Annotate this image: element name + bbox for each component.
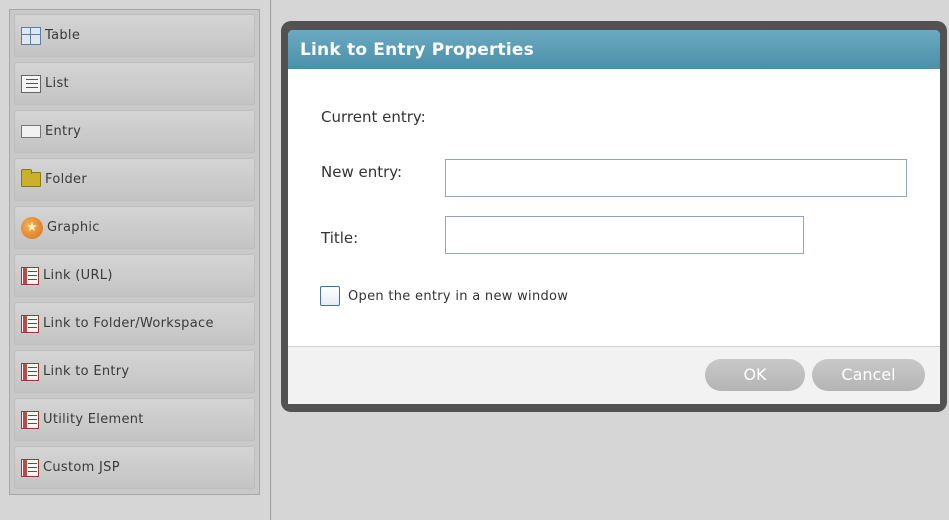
new-entry-label: New entry:: [321, 163, 403, 181]
dialog-header[interactable]: Link to Entry Properties: [288, 30, 940, 69]
palette-item-custom-jsp[interactable]: Custom JSP: [14, 446, 255, 489]
dialog-footer: OK Cancel: [288, 346, 940, 404]
custom-jsp-icon: [21, 458, 39, 477]
palette-item-utility-element[interactable]: Utility Element: [14, 398, 255, 441]
palette-item-label: Entry: [45, 124, 82, 139]
palette-item-label: Utility Element: [43, 412, 144, 427]
palette-item-label: List: [45, 76, 69, 91]
cancel-button[interactable]: Cancel: [812, 359, 925, 391]
link-entry-icon: [21, 362, 39, 381]
palette-item-label: Link (URL): [43, 268, 113, 283]
palette-item-folder[interactable]: Folder: [14, 158, 255, 201]
palette-item-label: Graphic: [47, 220, 100, 235]
dialog-title: Link to Entry Properties: [300, 39, 534, 60]
palette-item-label: Link to Folder/Workspace: [43, 316, 214, 331]
palette-item-link-url[interactable]: Link (URL): [14, 254, 255, 297]
palette-item-link-to-entry[interactable]: Link to Entry: [14, 350, 255, 393]
palette-item-table[interactable]: Table: [14, 14, 255, 57]
table-icon: [21, 26, 41, 45]
list-icon: [21, 74, 41, 93]
element-palette: Table List Entry Folder ★ Graphic Link (…: [9, 9, 260, 495]
new-entry-input[interactable]: [445, 159, 907, 197]
utility-element-icon: [21, 410, 39, 429]
current-entry-label: Current entry:: [321, 108, 426, 126]
palette-item-label: Table: [45, 28, 81, 43]
palette-item-entry[interactable]: Entry: [14, 110, 255, 153]
link-to-entry-dialog: Link to Entry Properties Current entry: …: [288, 30, 940, 404]
link-url-icon: [21, 266, 39, 285]
open-in-new-window-checkbox[interactable]: [320, 286, 340, 306]
palette-item-label: Custom JSP: [43, 460, 120, 475]
palette-item-label: Folder: [45, 172, 87, 187]
ok-button[interactable]: OK: [705, 359, 805, 391]
palette-item-link-folder-workspace[interactable]: Link to Folder/Workspace: [14, 302, 255, 345]
link-folder-icon: [21, 314, 39, 333]
title-label: Title:: [321, 229, 359, 247]
folder-icon: [21, 169, 41, 187]
palette-item-graphic[interactable]: ★ Graphic: [14, 206, 255, 249]
palette-item-list[interactable]: List: [14, 62, 255, 105]
open-in-new-window-label: Open the entry in a new window: [348, 289, 569, 304]
title-input[interactable]: [445, 216, 804, 254]
graphic-icon: ★: [21, 216, 43, 239]
panel-divider: [270, 0, 271, 520]
palette-item-label: Link to Entry: [43, 364, 130, 379]
entry-icon: [21, 125, 41, 138]
